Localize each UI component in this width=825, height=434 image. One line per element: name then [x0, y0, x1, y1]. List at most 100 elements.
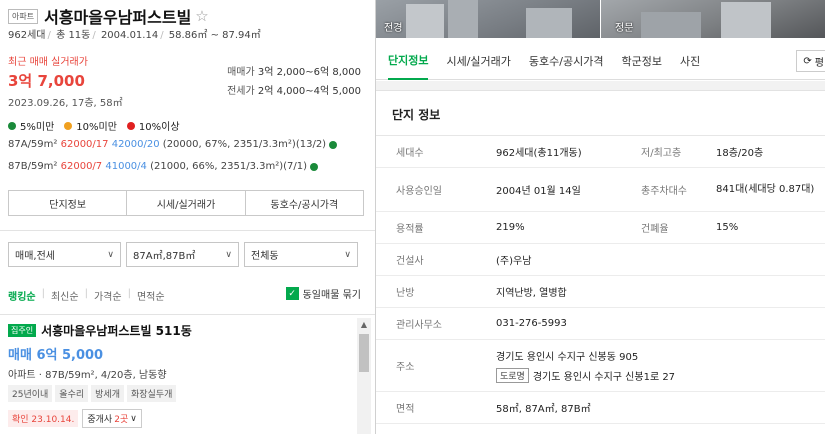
- info-label: 총주차대수: [641, 186, 687, 197]
- area-type: 87A/59m²: [8, 139, 58, 150]
- area-detail: (21000, 66%, 2351/3.3m²)(7/1): [150, 161, 308, 172]
- chevron-down-icon: ∨: [130, 413, 137, 424]
- info-value: 58㎡, 87A㎡, 87B㎡: [496, 404, 591, 415]
- sale-range-label: 매매가: [227, 67, 255, 78]
- area-price-row[interactable]: 87B/59m² 62000/7 41000/4 (21000, 66%, 23…: [8, 161, 319, 172]
- confirm-date-badge: 확인 23.10.14.: [8, 410, 79, 427]
- tab-photos[interactable]: 사진: [680, 42, 700, 80]
- area-sale-value: 62000/17: [60, 139, 109, 150]
- photo-gate[interactable]: 정문: [601, 0, 825, 38]
- buildings: 총 11동: [56, 30, 91, 41]
- listing-item[interactable]: 집주인 서흥마을우남퍼스트빌 511동 매매 6억 5,000 아파트 · 87…: [8, 322, 353, 428]
- trade-type-select[interactable]: 매매,전세 ∨: [8, 242, 121, 267]
- info-value: 2004년 01월 14일: [496, 186, 581, 197]
- jeonse-range-label: 전세가: [227, 86, 255, 97]
- photo-label: 전경: [384, 23, 403, 34]
- complex-info-button[interactable]: 단지정보: [9, 191, 128, 215]
- info-label: 면적: [396, 404, 415, 415]
- detail-tabs: 단지정보 시세/실거래가 동호수/공시가격 학군정보 사진 ⟳ 평: [376, 42, 825, 80]
- legend-item: 5%미만: [8, 118, 54, 133]
- jeonse-range-value: 2억 4,000~4억 5,000: [257, 86, 361, 97]
- chevron-down-icon: ∨: [225, 249, 232, 260]
- legend-item: 10%미만: [64, 118, 117, 133]
- sort-ranking[interactable]: 랭킹순: [8, 288, 36, 303]
- favorite-star-icon[interactable]: ☆: [195, 7, 208, 25]
- sale-range-value: 3억 2,000~6억 8,000: [257, 67, 361, 78]
- households: 962세대: [8, 30, 46, 41]
- info-value: 219%: [496, 222, 525, 233]
- tab-price-trade[interactable]: 시세/실거래가: [446, 42, 510, 80]
- complex-action-buttons: 단지정보 시세/실거래가 동호수/공시가격: [8, 190, 364, 216]
- listing-tag: 방세개: [91, 385, 124, 402]
- info-label: 관리사무소: [396, 320, 442, 331]
- same-listing-toggle[interactable]: ✓ 동일매물 묶기: [285, 286, 361, 301]
- refresh-icon: ⟳: [803, 55, 812, 67]
- unit-price-button[interactable]: 동호수/공시가격: [245, 191, 363, 215]
- section-separator: [376, 81, 825, 91]
- sort-area[interactable]: 면적순: [137, 288, 165, 303]
- road-address-badge: 도로명: [496, 368, 529, 383]
- info-label: 세대수: [396, 148, 424, 159]
- sort-price[interactable]: 가격순: [94, 288, 122, 303]
- tab-complex-info[interactable]: 단지정보: [388, 42, 429, 80]
- area-range: 58.86㎡ ~ 87.94㎡: [168, 30, 261, 41]
- listing-tag: 화장실두개: [126, 385, 177, 402]
- approval-date: 2004.01.14: [100, 30, 159, 41]
- tab-school[interactable]: 학군정보: [621, 42, 661, 80]
- scroll-thumb[interactable]: [359, 334, 369, 372]
- info-label: 저/최고층: [641, 148, 682, 159]
- divider: [0, 230, 375, 231]
- red-dot-icon: [126, 121, 135, 130]
- price-trade-button[interactable]: 시세/실거래가: [127, 191, 246, 215]
- right-panel: 전경 정문 단지정보 시세/실거래가 동호수/공시가격 학군정보 사진 ⟳ 평 단…: [376, 0, 825, 434]
- info-label: 난방: [396, 288, 415, 299]
- listing-scrollbar[interactable]: ▲: [357, 318, 371, 434]
- listing-tag: 올수리: [55, 385, 89, 402]
- recent-trade-price: 3억 7,000: [8, 72, 85, 90]
- listing-price: 매매 6억 5,000: [8, 348, 104, 363]
- address-block: 경기도 용인시 수지구 신봉동 905 도로명 경기도 용인시 수지구 신봉1로…: [496, 340, 675, 391]
- green-dot-icon: [329, 140, 338, 149]
- area-sale-value: 62000/7: [60, 161, 103, 172]
- area-jeonse-value: 41000/4: [105, 161, 147, 172]
- area-detail: (20000, 67%, 2351/3.3m²)(13/2): [162, 139, 327, 150]
- listing-desc: 아파트 · 87B/59m², 4/20층, 남동향: [8, 370, 167, 381]
- same-listing-label: 동일매물 묶기: [302, 290, 361, 301]
- filter-bar: 매매,전세 ∨ 87A㎡,87B㎡ ∨ 전체동 ∨: [8, 242, 358, 267]
- complex-title-row: 아파트 서흥마을우남퍼스트빌 ☆: [8, 4, 209, 28]
- agent-count-button[interactable]: 중개사 2곳 ∨: [82, 409, 142, 428]
- checkbox-checked-icon[interactable]: ✓: [285, 287, 299, 300]
- info-row: 난방 지역난방, 열병합: [376, 276, 825, 308]
- info-label: 건설사: [396, 256, 424, 267]
- type-badge: 아파트: [8, 8, 39, 24]
- area-unit-toggle[interactable]: ⟳ 평: [796, 50, 825, 72]
- area-select[interactable]: 87A㎡,87B㎡ ∨: [126, 242, 239, 267]
- sale-price-range: 매매가 3억 2,000~6억 8,000: [227, 63, 361, 78]
- building-select[interactable]: 전체동 ∨: [244, 242, 358, 267]
- complex-name: 서흥마을우남퍼스트빌: [44, 8, 192, 27]
- green-dot-icon: [8, 121, 16, 130]
- info-row: 건설사 (주)우남: [376, 244, 825, 276]
- listing-name: 서흥마을우남퍼스트빌 511동: [41, 324, 192, 338]
- green-dot-icon: [310, 162, 319, 171]
- area-type: 87B/59m²: [8, 161, 58, 172]
- area-jeonse-value: 42000/20: [111, 139, 160, 150]
- tab-unit-price[interactable]: 동호수/공시가격: [529, 42, 604, 80]
- info-value: (주)우남: [496, 256, 532, 267]
- info-value: 841대(세대당 0.87대): [716, 184, 815, 195]
- info-label: 주소: [396, 362, 415, 373]
- info-label: 사용승인일: [396, 186, 442, 197]
- info-label: 건폐율: [641, 224, 669, 235]
- office-phone[interactable]: 031-276-5993: [496, 308, 567, 339]
- sort-latest[interactable]: 최신순: [51, 288, 79, 303]
- lot-address: 경기도 용인시 수지구 신봉동 905: [496, 352, 639, 363]
- rate-legend: 5%미만 10%미만 10%이상: [8, 118, 190, 133]
- scroll-up-icon[interactable]: ▲: [357, 320, 371, 329]
- left-panel: 아파트 서흥마을우남퍼스트빌 ☆ 962세대 / 총 11동/ 2004.01.1…: [0, 0, 376, 434]
- area-price-row[interactable]: 87A/59m² 62000/17 42000/20 (20000, 67%, …: [8, 139, 338, 150]
- photo-overview[interactable]: 전경: [376, 0, 600, 38]
- jeonse-price-range: 전세가 2억 4,000~4억 5,000: [227, 82, 361, 97]
- info-row: 용적률 219% 건폐율 15%: [376, 212, 825, 244]
- info-value: 지역난방, 열병합: [496, 288, 567, 299]
- legend-item: 10%이상: [126, 118, 180, 133]
